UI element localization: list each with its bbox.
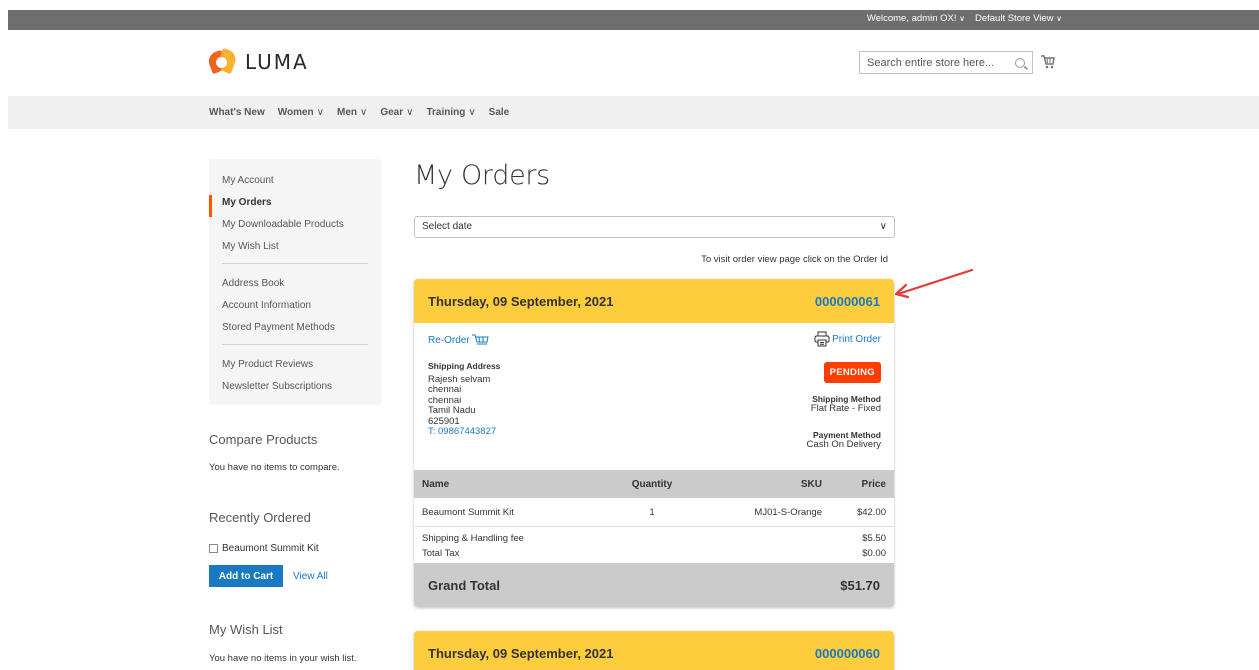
order-id-link[interactable]: 000000061 — [815, 294, 880, 309]
top-bar: Welcome, admin OX! ∨ Default Store View … — [8, 10, 1259, 30]
cell-name: Beaumont Summit Kit — [422, 506, 514, 518]
cell-sku: MJ01-S-Orange — [754, 506, 822, 518]
address-line: Tamil Nadu — [428, 405, 476, 416]
order-details: Re-Order Print Order Shipping Address Ra… — [414, 323, 894, 470]
cell-price: $42.00 — [856, 506, 886, 518]
sidebar-item-newsletter[interactable]: Newsletter Subscriptions — [209, 379, 381, 401]
welcome-text: Welcome, admin OX! — [866, 13, 957, 24]
items-table-header: Name Quantity SKU Price — [414, 470, 894, 498]
printer-icon — [814, 331, 830, 347]
order-date: Thursday, 09 September, 2021 — [428, 645, 614, 661]
date-select-value: Select date — [422, 221, 473, 232]
shipping-method: Shipping Method Flat Rate - Fixed — [811, 394, 881, 414]
status-badge: PENDING — [823, 362, 881, 383]
print-order-link[interactable]: Print Order — [814, 331, 881, 347]
order-card: Thursday, 09 September, 2021 000000060 — [414, 631, 894, 670]
print-order-label: Print Order — [832, 333, 881, 345]
order-date: Thursday, 09 September, 2021 — [428, 293, 614, 309]
sidebar-item-address-book[interactable]: Address Book — [209, 276, 381, 298]
order-fees: Shipping & Handling fee $5.50 Total Tax $0… — [414, 527, 894, 563]
chevron-down-icon: ∨ — [406, 107, 414, 118]
search-icon[interactable] — [1015, 57, 1025, 68]
tax-value: $0.00 — [862, 548, 886, 559]
recently-ordered-title: Recently Ordered — [209, 510, 311, 525]
sidebar-item-account-information[interactable]: Account Information — [209, 298, 381, 320]
col-price: Price — [861, 478, 886, 490]
recently-ordered-item[interactable]: Beaumont Summit Kit — [209, 543, 319, 554]
order-hint: To visit order view page click on the Or… — [701, 254, 888, 265]
table-row: Beaumont Summit Kit 1 MJ01-S-Orange $42.… — [414, 498, 894, 527]
recent-item-label: Beaumont Summit Kit — [222, 543, 319, 554]
cart-icon — [471, 334, 489, 345]
search-input[interactable]: Search entire store here... — [859, 51, 1033, 74]
shipping-fee-value: $5.50 — [862, 533, 886, 544]
sidebar-item-downloadable-products[interactable]: My Downloadable Products — [209, 217, 381, 239]
nav-whats-new[interactable]: What's New — [209, 107, 265, 118]
store-view-text: Default Store View — [974, 13, 1054, 24]
chevron-down-icon: ∨ — [1056, 14, 1062, 23]
annotation-arrow-icon — [894, 268, 974, 299]
shipping-address-label: Shipping Address — [428, 361, 501, 371]
luma-logo[interactable]: LUMA — [206, 47, 309, 75]
sidebar-item-my-account[interactable]: My Account — [209, 173, 381, 195]
date-select[interactable]: Select date ∨ — [414, 216, 895, 238]
chevron-down-icon: ∨ — [316, 107, 324, 118]
payment-method-value: Cash On Delivery — [806, 439, 881, 450]
col-sku: SKU — [800, 478, 822, 490]
grand-total-value: $51.70 — [840, 577, 880, 593]
reorder-label: Re-Order — [428, 334, 470, 346]
search-placeholder: Search entire store here... — [867, 56, 995, 69]
order-card: Thursday, 09 September, 2021 000000061 R… — [414, 279, 894, 607]
col-name: Name — [422, 478, 450, 490]
compare-products-title: Compare Products — [209, 432, 318, 447]
shipping-address: Shipping Address Rajesh selvam chennai c… — [428, 361, 500, 438]
tax-label: Total Tax — [422, 548, 460, 559]
account-sidebar: My Account My Orders My Downloadable Pro… — [209, 159, 381, 405]
reorder-link[interactable]: Re-Order — [428, 333, 490, 347]
logo-text: LUMA — [245, 50, 309, 74]
nav-gear[interactable]: Gear ∨ — [380, 107, 413, 118]
shipping-fee-label: Shipping & Handling fee — [422, 533, 524, 544]
nav-women[interactable]: Women ∨ — [278, 107, 324, 118]
shipping-method-value: Flat Rate - Fixed — [810, 403, 881, 414]
wish-list-title: My Wish List — [209, 622, 283, 637]
order-id-link[interactable]: 000000060 — [815, 646, 880, 661]
luma-logo-icon — [206, 47, 239, 75]
chevron-down-icon: ∨ — [359, 107, 368, 118]
sidebar-item-stored-payment-methods[interactable]: Stored Payment Methods — [209, 320, 381, 342]
order-header: Thursday, 09 September, 2021 000000060 — [414, 631, 894, 670]
sidebar-item-wish-list[interactable]: My Wish List — [209, 239, 381, 261]
grand-total: Grand Total $51.70 — [414, 563, 894, 607]
nav-training[interactable]: Training ∨ — [426, 107, 475, 118]
recent-item-checkbox[interactable] — [209, 544, 218, 553]
chevron-down-icon: ∨ — [468, 107, 476, 118]
order-header: Thursday, 09 September, 2021 000000061 — [414, 279, 894, 323]
payment-method: Payment Method Cash On Delivery — [807, 430, 881, 450]
wish-list-empty-text: You have no items in your wish list. — [209, 653, 357, 664]
sidebar-divider — [222, 263, 368, 264]
nav-men[interactable]: Men ∨ — [337, 107, 367, 118]
sidebar-divider — [222, 344, 368, 345]
chevron-down-icon: ∨ — [959, 14, 965, 23]
address-line: chennai — [428, 384, 462, 395]
sidebar-item-my-orders[interactable]: My Orders — [209, 195, 381, 217]
page-title: My Orders — [414, 160, 550, 191]
view-all-link[interactable]: View All — [293, 571, 328, 582]
main-nav: What's New Women ∨ Men ∨ Gear ∨ Training ∨ S… — [8, 96, 1259, 129]
nav-sale[interactable]: Sale — [489, 107, 510, 118]
col-quantity: Quantity — [631, 478, 673, 490]
compare-empty-text: You have no items to compare. — [209, 462, 340, 473]
chevron-down-icon: ∨ — [879, 221, 887, 232]
welcome-menu[interactable]: Welcome, admin OX! ∨ — [867, 13, 965, 24]
add-to-cart-button[interactable]: Add to Cart — [209, 565, 283, 587]
sidebar-item-product-reviews[interactable]: My Product Reviews — [209, 357, 381, 379]
grand-total-label: Grand Total — [428, 577, 500, 593]
store-view-switcher[interactable]: Default Store View ∨ — [975, 13, 1062, 24]
cell-quantity: 1 — [649, 506, 655, 518]
cart-icon[interactable] — [1041, 53, 1055, 69]
phone-link[interactable]: T: 09867443827 — [428, 426, 500, 438]
